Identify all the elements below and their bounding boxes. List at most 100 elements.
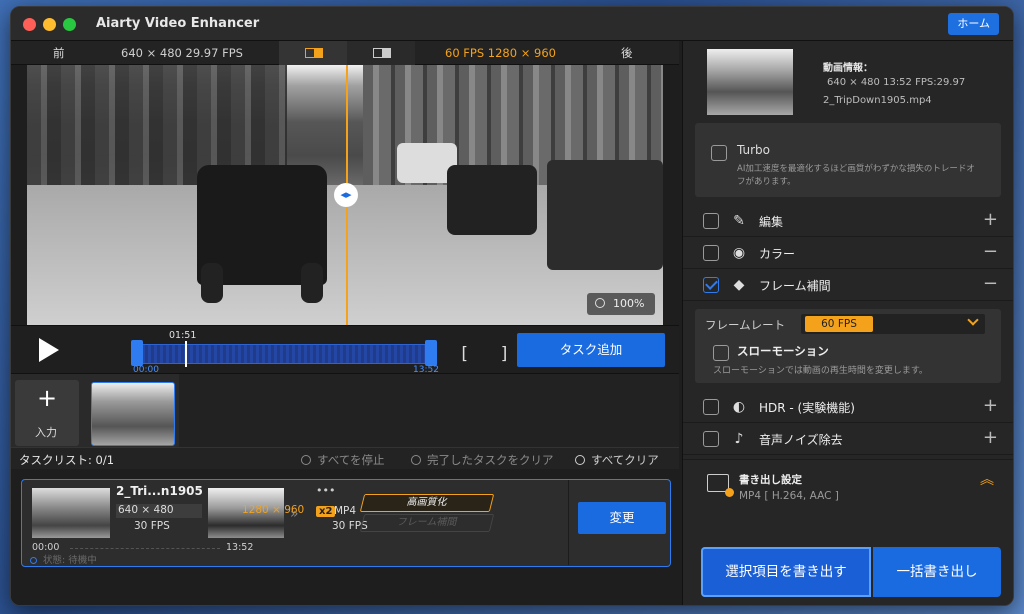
expand-icon[interactable]: + [983, 209, 998, 230]
split-view-mode-button[interactable] [279, 41, 347, 65]
app-window: Aiarty Video Enhancer ホーム 前 640 × 480 29… [10, 6, 1014, 606]
interpolation-tag: フレーム補間 [359, 514, 495, 532]
zoom-indicator[interactable]: 100% [587, 293, 655, 315]
clear-done-label: 完了したタスクをクリア [427, 453, 554, 467]
before-label: 前 [53, 46, 65, 60]
task-list-header: タスクリスト: 0/1 すべてを停止 完了したタスクをクリア すべてクリア [11, 447, 679, 469]
current-time: 01:51 [169, 330, 197, 341]
time-divider [70, 548, 220, 549]
change-button[interactable]: 変更 [578, 502, 666, 534]
scale-badge: x2 [316, 506, 336, 517]
enhance-tag: 高画質化 [359, 494, 495, 512]
trim-end-handle[interactable] [425, 340, 437, 366]
task-filename: 2_Tri...n1905 [116, 484, 203, 498]
magnifier-icon [595, 298, 605, 308]
option-label: 編集 [759, 215, 784, 229]
option-hdr[interactable]: ◐ HDR - (実験機能) + [683, 391, 1013, 423]
after-label: 後 [621, 46, 633, 60]
close-window-button[interactable] [23, 18, 36, 31]
option-label: HDR - (実験機能) [759, 401, 855, 415]
hdr-icon: ◐ [732, 399, 746, 415]
stop-icon [301, 455, 311, 465]
source-thumbnail [32, 488, 110, 538]
split-handle-icon[interactable]: ◂▸ [334, 183, 358, 207]
input-label: 入力 [35, 426, 57, 439]
option-color[interactable]: ◉ カラー − [683, 237, 1013, 269]
clear-all-button[interactable]: すべてクリア [575, 452, 659, 468]
playback-bar: 01:51 00:00 13:52 [ ] タスク追加 [11, 325, 679, 375]
app-title: Aiarty Video Enhancer [96, 16, 260, 31]
option-audio-denoise[interactable]: ♪ 音声ノイズ除去 + [683, 423, 1013, 455]
broom-icon [575, 455, 585, 465]
export-settings[interactable]: 書き出し設定 MP4 [ H.264, AAC ] ︽ [683, 459, 1013, 521]
color-checkbox[interactable] [703, 245, 719, 261]
export-settings-title: 書き出し設定 [739, 474, 802, 486]
status-text: 状態: 待機中 [43, 555, 97, 566]
edit-icon: ✎ [733, 213, 745, 229]
expand-icon[interactable]: + [983, 427, 998, 448]
side-by-side-mode-button[interactable] [347, 41, 415, 65]
card-divider [568, 480, 569, 565]
zoom-value: 100% [613, 297, 645, 310]
frame-rate-select[interactable]: 60 FPS [801, 314, 985, 334]
plus-icon: + [37, 384, 58, 412]
turbo-description: AI加工速度を最適化するほど画質がわずかな損失のトレードオフがあります。 [737, 164, 975, 187]
stop-all-button[interactable]: すべてを停止 [301, 452, 385, 468]
double-chevron-up-icon[interactable]: ︽ [980, 473, 994, 487]
export-format: MP4 [ H.264, AAC ] [739, 490, 839, 502]
hdr-checkbox[interactable] [703, 399, 719, 415]
trim-start-handle[interactable] [131, 340, 143, 366]
collapse-icon[interactable]: − [983, 273, 998, 294]
chevron-right-icon: » [290, 506, 299, 522]
frame-interpolation-checkbox[interactable] [703, 277, 719, 293]
export-selected-button[interactable]: 選択項目を書き出す [701, 547, 871, 597]
option-label: 音声ノイズ除去 [759, 433, 843, 447]
edit-checkbox[interactable] [703, 213, 719, 229]
output-info: 60 FPS 1280 × 960 [445, 46, 556, 60]
task-status: 状態: 待機中 [30, 552, 97, 566]
compare-bar: 前 640 × 480 29.97 FPS 60 FPS 1280 × 960 … [11, 41, 679, 65]
video-info-filename: 2_TripDown1905.mp4 [823, 95, 932, 106]
turbo-checkbox[interactable] [711, 145, 727, 161]
minimize-window-button[interactable] [43, 18, 56, 31]
diamond-icon: ◆ [733, 277, 745, 293]
option-label: フレーム補間 [759, 279, 831, 293]
home-button[interactable]: ホーム [948, 13, 999, 35]
split-view-icon [305, 48, 323, 58]
video-info-title: 動画情報： [823, 63, 873, 74]
input-strip: + 入力 [11, 373, 679, 448]
mic-icon: ♪ [734, 431, 744, 447]
titlebar: Aiarty Video Enhancer ホーム [11, 7, 1013, 41]
chevron-down-icon [967, 314, 979, 326]
audio-denoise-checkbox[interactable] [703, 431, 719, 447]
palette-icon: ◉ [732, 245, 746, 261]
video-preview[interactable]: ◂▸ 100% [27, 65, 663, 325]
clear-done-button[interactable]: 完了したタスクをクリア [411, 452, 554, 468]
source-resolution: 640 × 480 [116, 504, 202, 518]
input-button[interactable]: + 入力 [15, 380, 79, 446]
add-task-button[interactable]: タスク追加 [517, 333, 665, 367]
stop-all-label: すべてを停止 [317, 453, 385, 467]
collapse-icon[interactable]: − [983, 241, 998, 262]
option-edit[interactable]: ✎ 編集 + [683, 205, 1013, 237]
info-thumbnail [707, 49, 793, 115]
export-all-button[interactable]: 一括書き出し [873, 547, 1001, 597]
playhead[interactable] [185, 341, 187, 367]
slow-motion-label: スローモーション [737, 344, 829, 358]
task-card[interactable]: 2_Tri...n1905 640 × 480 30 FPS 00:00 128… [21, 479, 671, 567]
zoom-window-button[interactable] [63, 18, 76, 31]
set-range-button[interactable]: [ ] [459, 344, 520, 364]
video-thumbnail[interactable] [91, 382, 175, 446]
play-icon[interactable] [39, 338, 59, 362]
status-icon [30, 557, 37, 564]
output-format: MP4 [334, 505, 357, 517]
turbo-label: Turbo [737, 143, 771, 157]
option-frame-interpolation[interactable]: ◆ フレーム補間 − [683, 269, 1013, 301]
thumbnail-area [179, 374, 679, 448]
frame-rate-value: 60 FPS [805, 316, 873, 332]
slow-motion-checkbox[interactable] [713, 345, 729, 361]
timeline-track[interactable] [135, 341, 435, 367]
turbo-section: Turbo AI加工速度を最適化するほど画質がわずかな損失のトレードオフがありま… [695, 123, 1001, 197]
more-options-icon[interactable]: ••• [316, 484, 335, 497]
expand-icon[interactable]: + [983, 395, 998, 416]
